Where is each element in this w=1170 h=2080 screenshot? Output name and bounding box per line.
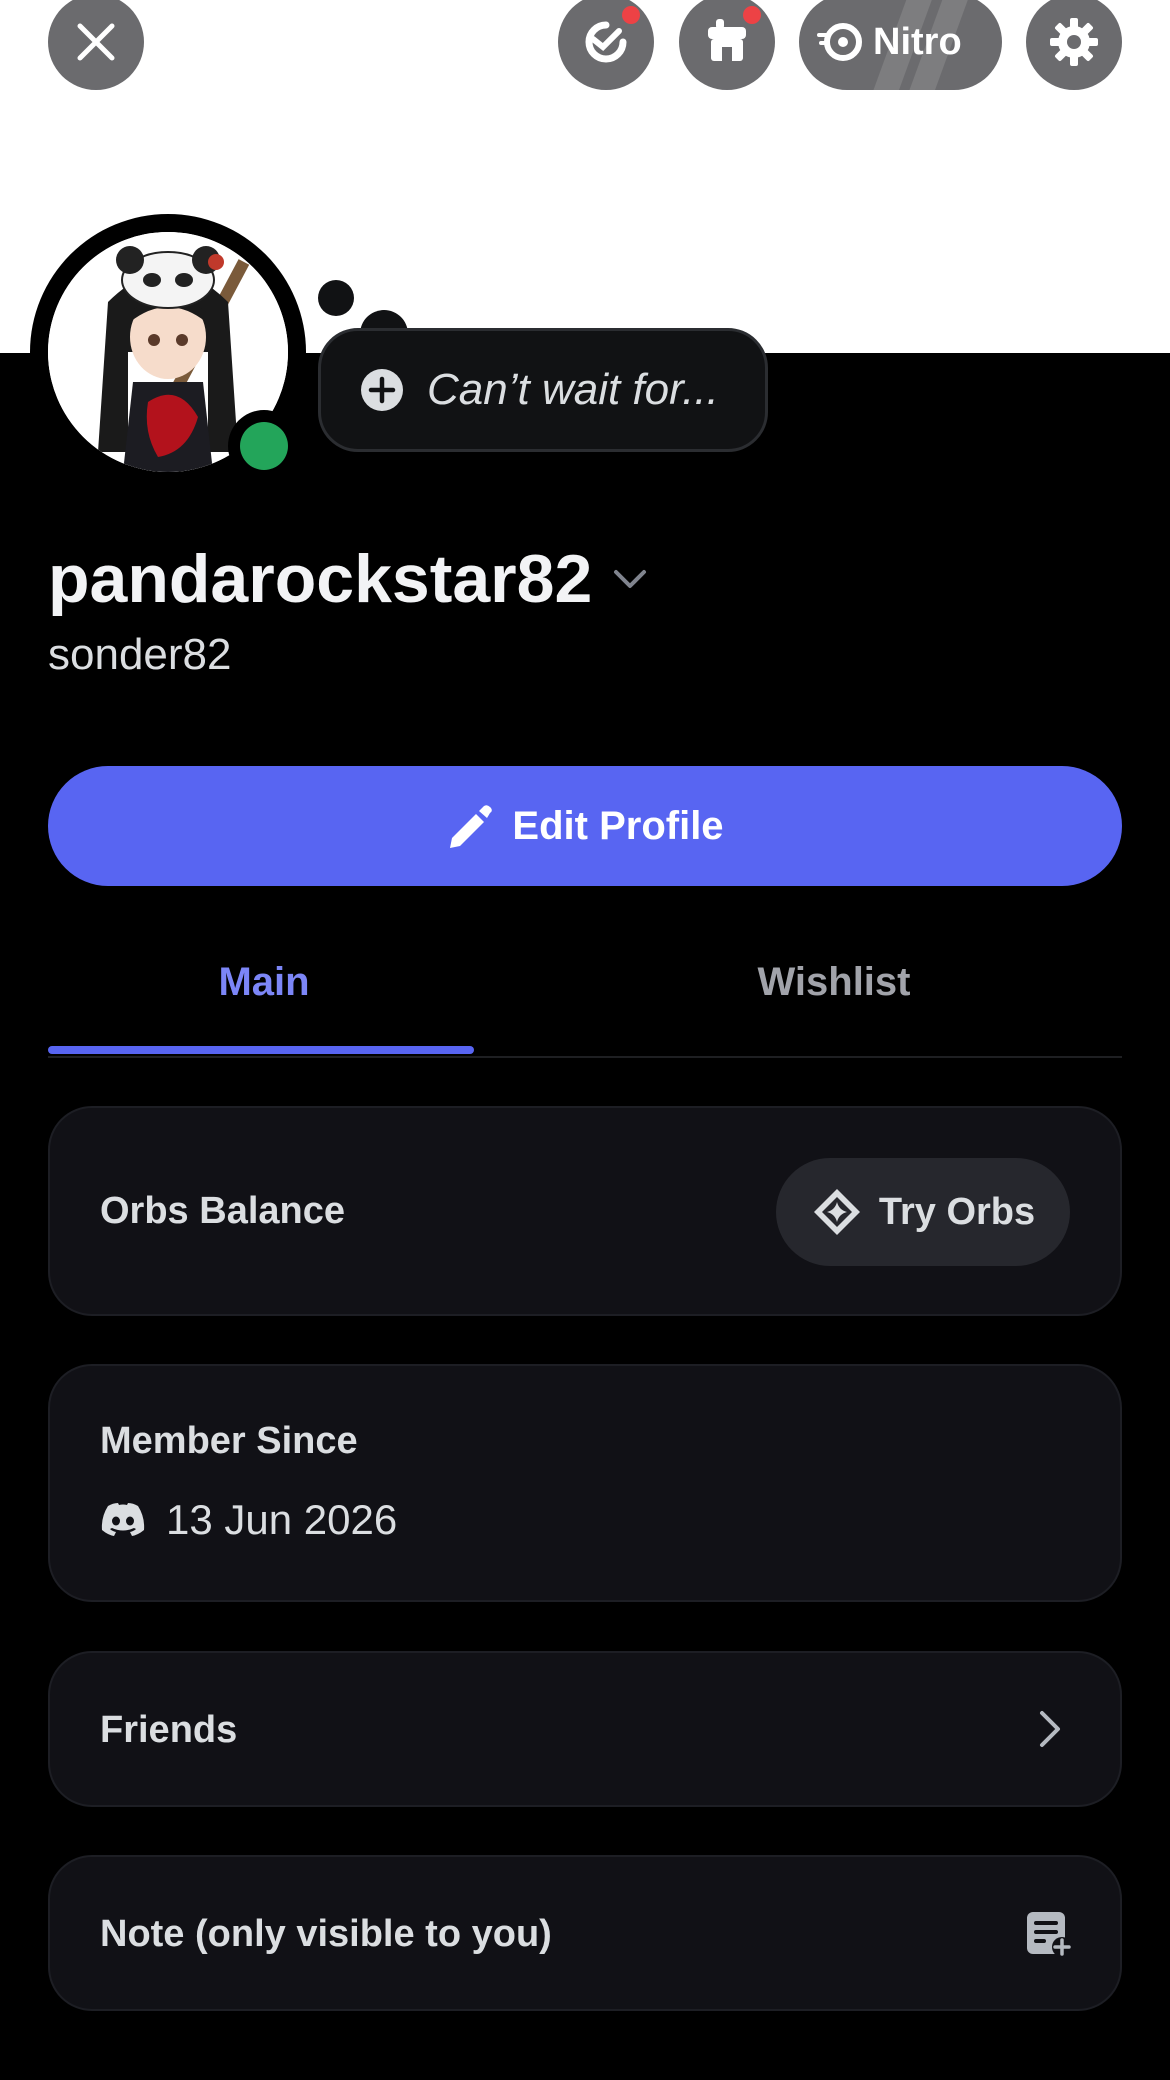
pencil-icon bbox=[450, 805, 493, 848]
friends-title: Friends bbox=[100, 1709, 238, 1751]
orbs-balance-title: Orbs Balance bbox=[100, 1190, 345, 1232]
profile-tabs: Main Wishlist bbox=[48, 950, 1122, 1058]
discord-logo-icon bbox=[101, 1503, 145, 1536]
try-orbs-button[interactable]: Try Orbs bbox=[776, 1158, 1070, 1266]
plus-circle-icon bbox=[361, 369, 403, 411]
status-placeholder: Can’t wait for... bbox=[427, 365, 719, 414]
custom-status-bubble[interactable]: Can’t wait for... bbox=[318, 328, 768, 452]
notification-dot bbox=[743, 6, 761, 24]
quests-icon bbox=[585, 21, 627, 63]
try-orbs-label: Try Orbs bbox=[878, 1190, 1036, 1233]
add-note-icon bbox=[1027, 1912, 1072, 1957]
member-since-row: 13 Jun 2026 bbox=[100, 1496, 397, 1544]
note-card[interactable]: Note (only visible to you) bbox=[48, 1855, 1122, 2011]
thought-dot bbox=[318, 280, 354, 316]
display-name: pandarockstar82 bbox=[48, 541, 593, 617]
nitro-label: Nitro bbox=[873, 20, 962, 63]
member-since-date: 13 Jun 2026 bbox=[166, 1496, 398, 1543]
note-title: Note (only visible to you) bbox=[100, 1913, 552, 1955]
member-since-title: Member Since bbox=[100, 1420, 358, 1462]
nitro-button[interactable]: Nitro bbox=[799, 0, 1002, 90]
tab-main[interactable]: Main bbox=[218, 960, 309, 1005]
chevron-right-icon bbox=[1040, 1711, 1060, 1747]
friends-card[interactable]: Friends bbox=[48, 1651, 1122, 1807]
online-status-indicator bbox=[240, 422, 288, 470]
notification-dot bbox=[622, 6, 640, 24]
tab-wishlist[interactable]: Wishlist bbox=[758, 960, 911, 1005]
edit-profile-label: Edit Profile bbox=[512, 803, 724, 848]
active-tab-indicator bbox=[48, 1046, 474, 1054]
nitro-icon bbox=[817, 23, 862, 61]
username: sonder82 bbox=[48, 630, 232, 679]
shop-icon bbox=[708, 19, 746, 61]
gear-icon bbox=[1050, 18, 1098, 66]
close-icon bbox=[77, 23, 115, 61]
edit-profile-button[interactable]: Edit Profile bbox=[48, 766, 1122, 886]
orb-icon bbox=[813, 1189, 860, 1235]
member-since-card: Member Since 13 Jun 2026 bbox=[48, 1364, 1122, 1602]
orbs-balance-card: Orbs Balance Try Orbs bbox=[48, 1106, 1122, 1316]
chevron-down-icon bbox=[614, 570, 647, 588]
display-name-row[interactable]: pandarockstar82 bbox=[48, 540, 648, 618]
